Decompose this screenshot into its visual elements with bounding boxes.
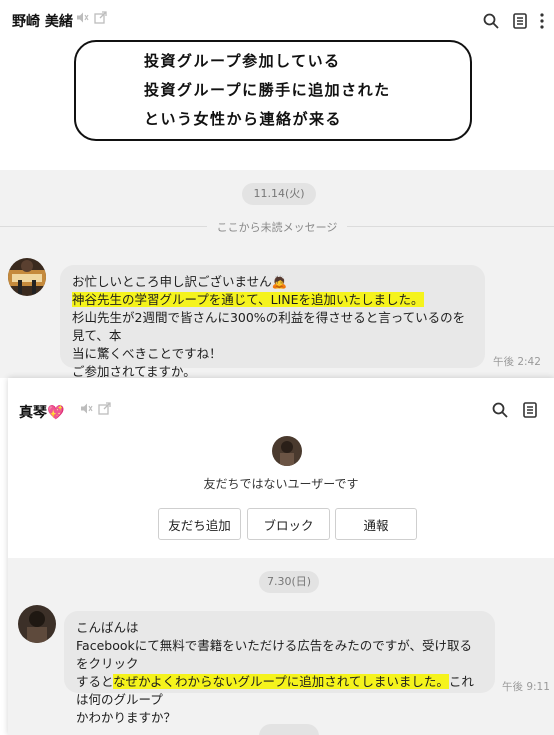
contact-name: 野崎 美緒 <box>12 14 73 30</box>
contact-name-text: 真琴 <box>19 405 47 421</box>
speaker-muted-icon[interactable] <box>76 11 89 28</box>
highlighted-text: なぜかよくわからないグループに追加されてしまいました。 <box>113 674 449 689</box>
message-bubble: こんばんは Facebookにて無料で書籍をいただける広告をみたのですが、受け取… <box>64 611 495 725</box>
non-friend-notice: 友だちではないユーザーです <box>203 477 359 491</box>
message-line: 杉山先生が2週間で皆さんに300%の利益を得させると言っているのを見て、本 <box>72 310 466 343</box>
message-text: お忙しいところ申し訳ございません <box>72 274 272 289</box>
top-chat-header: 野崎 美緒 <box>0 0 554 40</box>
message-time: 午後 2:42 <box>493 356 541 368</box>
highlighted-text: 神谷先生の学習グループを通じて、LINEを追加いたしました。 <box>72 292 424 307</box>
message-text: すると <box>76 674 114 689</box>
message-line: するとなぜかよくわからないグループに追加されてしまいました。これは何のグループ <box>76 673 483 709</box>
caption-box: 投資グループ参加している 投資グループに勝手に追加された という女性から連絡が来… <box>74 40 472 141</box>
message-line: 当に驚くべきことですね！ <box>72 346 222 361</box>
more-vertical-icon[interactable] <box>536 11 548 31</box>
popout-icon[interactable] <box>98 402 111 419</box>
avatar[interactable] <box>272 436 302 466</box>
heart-emoji: 💖 <box>47 405 65 421</box>
notes-icon[interactable] <box>520 400 540 420</box>
bowing-emoji: 🙇 <box>271 274 288 289</box>
avatar[interactable] <box>8 258 46 296</box>
notes-icon[interactable] <box>510 11 530 31</box>
second-chat-window: 真琴💖 友だちではないユーザーです 友だち追加 ブロック 通報 7.30(日) … <box>8 378 554 735</box>
message-time: 午後 9:11 <box>502 681 550 693</box>
message-line: 神谷先生の学習グループを通じて、LINEを追加いたしました。 <box>72 291 473 309</box>
caption-line: 投資グループ参加している <box>144 52 341 70</box>
add-friend-button[interactable]: 友だち追加 <box>158 508 241 540</box>
avatar[interactable] <box>18 605 56 643</box>
message-line: こんばんは <box>76 620 139 635</box>
message-line: Facebookにて無料で書籍をいただける広告をみたのですが、受け取るをクリック <box>76 638 472 671</box>
unread-marker: ここから未読メッセージ <box>0 219 554 235</box>
unread-label: ここから未読メッセージ <box>206 221 348 234</box>
popout-icon[interactable] <box>94 11 107 28</box>
search-icon[interactable] <box>490 400 510 420</box>
contact-name: 真琴💖 <box>19 402 64 422</box>
caption-line: という女性から連絡が来る <box>144 110 343 128</box>
speaker-muted-icon[interactable] <box>80 402 93 419</box>
report-button[interactable]: 通報 <box>335 508 417 540</box>
message-bubble: お忙しいところ申し訳ございません🙇 神谷先生の学習グループを通じて、LINEを追… <box>60 265 485 379</box>
search-icon[interactable] <box>481 11 501 31</box>
caption-line: 投資グループに勝手に追加された <box>144 81 391 99</box>
block-button[interactable]: ブロック <box>247 508 330 540</box>
message-line: お忙しいところ申し訳ございません🙇 <box>72 273 473 291</box>
date-separator: 7.30(日) <box>259 571 319 593</box>
date-separator: 11.14(火) <box>242 183 316 205</box>
next-date-separator <box>259 724 319 735</box>
